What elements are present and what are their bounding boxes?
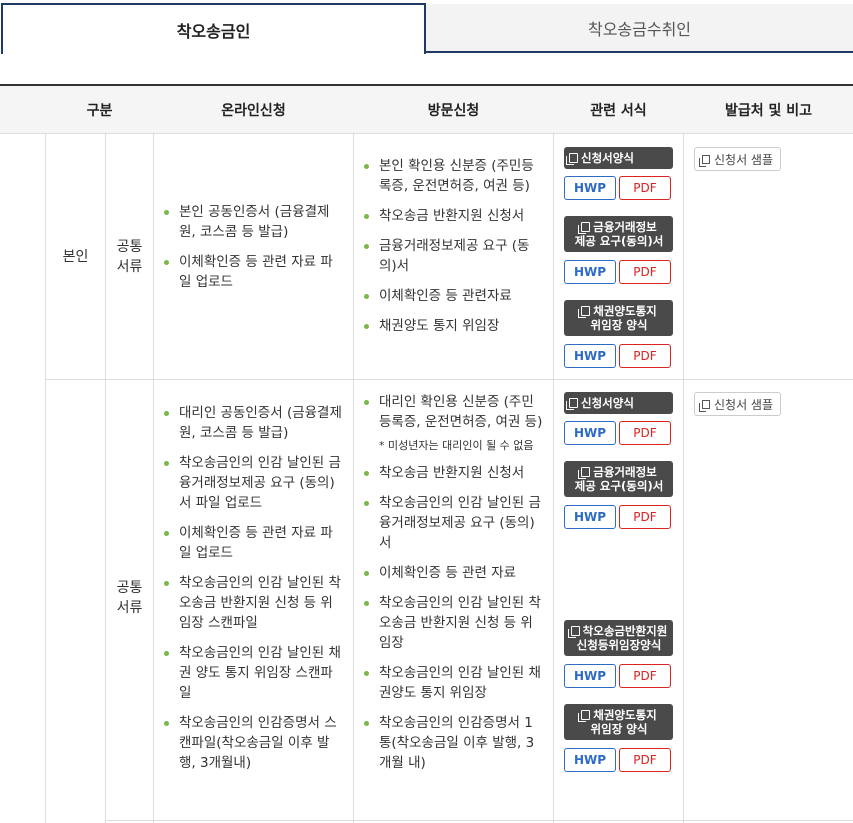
download-hwp-button[interactable]: HWP xyxy=(564,176,616,200)
list-item: 이체확인증 등 관련 자료 파일 업로드 xyxy=(163,252,343,292)
form-title-text: 신청등위임장양식 xyxy=(576,638,662,652)
form-title: 금융거래정보 제공 요구(동의)서 xyxy=(564,216,673,252)
subcategory-line: 서류 xyxy=(116,259,143,275)
visit-note: * 미성년자는 대리인이 될 수 없음 xyxy=(379,439,534,452)
tab-recipient[interactable]: 착오송금수취인 xyxy=(426,4,853,53)
header-issuer-notes: 발급처 및 비고 xyxy=(724,103,813,119)
subcategory-line: 공통 xyxy=(116,239,143,255)
list-item: 본인 확인용 신분증 (주민등록증, 운전면허증, 여권 등) xyxy=(363,156,545,196)
form-title: 신청서양식 xyxy=(564,392,673,414)
application-sample-button[interactable]: 신청서 샘플 xyxy=(694,392,781,416)
subcategory-line: 서류 xyxy=(116,600,143,616)
form-title-text: 금융거래정보 xyxy=(593,465,657,479)
form-title: 채권양도통지 위임장 양식 xyxy=(564,704,673,740)
list-item: 대리인 공동인증서 (금융결제원, 코스콤 등 발급) xyxy=(163,403,345,443)
grid-line xyxy=(45,379,853,380)
form-title-text: 신청서양식 xyxy=(581,151,634,165)
document-icon xyxy=(566,398,578,410)
online-doc-list: 본인 공동인증서 (금융결제원, 코스콤 등 발급) 이체확인증 등 관련 자료… xyxy=(163,202,343,302)
application-sample-button[interactable]: 신청서 샘플 xyxy=(694,147,781,171)
download-pdf-button[interactable]: PDF xyxy=(619,344,671,368)
list-item: 착오송금인의 인감증명서 스캔파일(착오송금일 이후 발행, 3개월내) xyxy=(163,713,345,773)
sample-label: 신청서 샘플 xyxy=(713,152,773,167)
download-hwp-button[interactable]: HWP xyxy=(564,505,616,529)
subcategory-line: 공통 xyxy=(116,580,143,596)
form-title-text: 제공 요구(동의)서 xyxy=(574,234,664,248)
download-hwp-button[interactable]: HWP xyxy=(564,748,616,772)
form-title-text: 금융거래정보 xyxy=(593,220,657,234)
form-title-text: 제공 요구(동의)서 xyxy=(574,479,664,493)
download-pdf-button[interactable]: PDF xyxy=(619,664,671,688)
download-pdf-button[interactable]: PDF xyxy=(619,421,671,445)
form-title: 신청서양식 xyxy=(564,147,673,169)
download-pdf-button[interactable]: PDF xyxy=(619,748,671,772)
download-pdf-button[interactable]: PDF xyxy=(619,260,671,284)
list-item: 착오송금인의 인감 날인된 채권 양도 통지 위임장 스캔파일 xyxy=(163,643,345,703)
document-icon xyxy=(578,467,591,479)
grid-line xyxy=(553,134,554,823)
grid-line xyxy=(45,134,46,823)
grid-line xyxy=(153,134,154,823)
grid-line xyxy=(105,820,853,821)
download-hwp-button[interactable]: HWP xyxy=(564,664,616,688)
list-item: 채권양도 통지 위임장 xyxy=(363,316,545,336)
header-category: 구분 xyxy=(86,103,113,119)
grid-line xyxy=(353,134,354,823)
header-visit: 방문신청 xyxy=(427,103,480,119)
list-item: 착오송금인의 인감 날인된 금융거래정보제공 요구 (동의)서 xyxy=(363,493,545,553)
header-forms: 관련 서식 xyxy=(590,103,647,119)
form-title: 채권양도통지 위임장 양식 xyxy=(564,300,673,336)
list-item: 착오송금 반환지원 신청서 xyxy=(363,206,545,226)
document-icon xyxy=(578,222,591,234)
form-title-text: 위임장 양식 xyxy=(590,722,648,736)
grid-line xyxy=(683,134,684,823)
visit-doc-list: 본인 확인용 신분증 (주민등록증, 운전면허증, 여권 등) 착오송금 반환지… xyxy=(363,156,545,346)
visit-doc-list: 대리인 확인용 신분증 (주민등록증, 운전면허증, 여권 등) * 미성년자는… xyxy=(363,392,545,783)
document-icon xyxy=(698,399,710,412)
download-hwp-button[interactable]: HWP xyxy=(564,260,616,284)
form-title-text: 채권양도통지 xyxy=(593,708,657,722)
form-title-text: 신청서양식 xyxy=(581,396,634,410)
list-item: 본인 공동인증서 (금융결제원, 코스콤 등 발급) xyxy=(163,202,343,242)
list-item: 착오송금인의 인감 날인된 착오송금 반환지원 신청 등 위임장 xyxy=(363,593,545,653)
list-item: 착오송금인의 인감증명서 1통(착오송금일 이후 발행, 3개월 내) xyxy=(363,713,545,773)
document-icon xyxy=(566,153,578,165)
tab-bar: 착오송금인 착오송금수취인 xyxy=(0,0,853,54)
online-doc-list: 대리인 공동인증서 (금융결제원, 코스콤 등 발급) 착오송금인의 인감 날인… xyxy=(163,403,345,783)
list-item: 이체확인증 등 관련자료 xyxy=(363,286,545,306)
form-title-text: 위임장 양식 xyxy=(590,318,648,332)
form-title-text: 채권양도통지 xyxy=(593,304,657,318)
list-item: 금융거래정보제공 요구 (동의)서 xyxy=(363,236,545,276)
download-hwp-button[interactable]: HWP xyxy=(564,344,616,368)
table-header: 구분 온라인신청 방문신청 관련 서식 발급처 및 비고 xyxy=(0,84,853,134)
list-item: 착오송금인의 인감 날인된 채권양도 통지 위임장 xyxy=(363,663,545,703)
document-icon xyxy=(567,626,580,638)
list-item: 대리인 확인용 신분증 (주민등록증, 운전면허증, 여권 등) xyxy=(363,392,545,432)
document-icon xyxy=(578,306,591,318)
row-subcategory: 공통 서류 xyxy=(106,237,153,277)
form-title: 착오송금반환지원 신청등위임장양식 xyxy=(564,620,673,656)
sample-label: 신청서 샘플 xyxy=(713,397,773,412)
download-hwp-button[interactable]: HWP xyxy=(564,421,616,445)
list-item: 착오송금 반환지원 신청서 xyxy=(363,463,545,483)
row-category: 본인 xyxy=(62,249,89,265)
form-title: 금융거래정보 제공 요구(동의)서 xyxy=(564,461,673,497)
tab-sender[interactable]: 착오송금인 xyxy=(1,3,426,54)
download-pdf-button[interactable]: PDF xyxy=(619,176,671,200)
document-icon xyxy=(578,710,591,722)
list-item: 이체확인증 등 관련 자료 xyxy=(363,563,545,583)
list-item: 이체확인증 등 관련 자료 파일 업로드 xyxy=(163,523,345,563)
list-item: 착오송금인의 인감 날인된 금융거래정보제공 요구 (동의)서 파일 업로드 xyxy=(163,453,345,513)
download-pdf-button[interactable]: PDF xyxy=(619,505,671,529)
list-item: 착오송금인의 인감 날인된 착오송금 반환지원 신청 등 위임장 스캔파일 xyxy=(163,573,345,633)
form-title-text: 착오송금반환지원 xyxy=(582,624,668,638)
document-icon xyxy=(698,154,710,167)
header-online: 온라인신청 xyxy=(221,103,286,119)
row-subcategory: 공통 서류 xyxy=(106,578,153,618)
